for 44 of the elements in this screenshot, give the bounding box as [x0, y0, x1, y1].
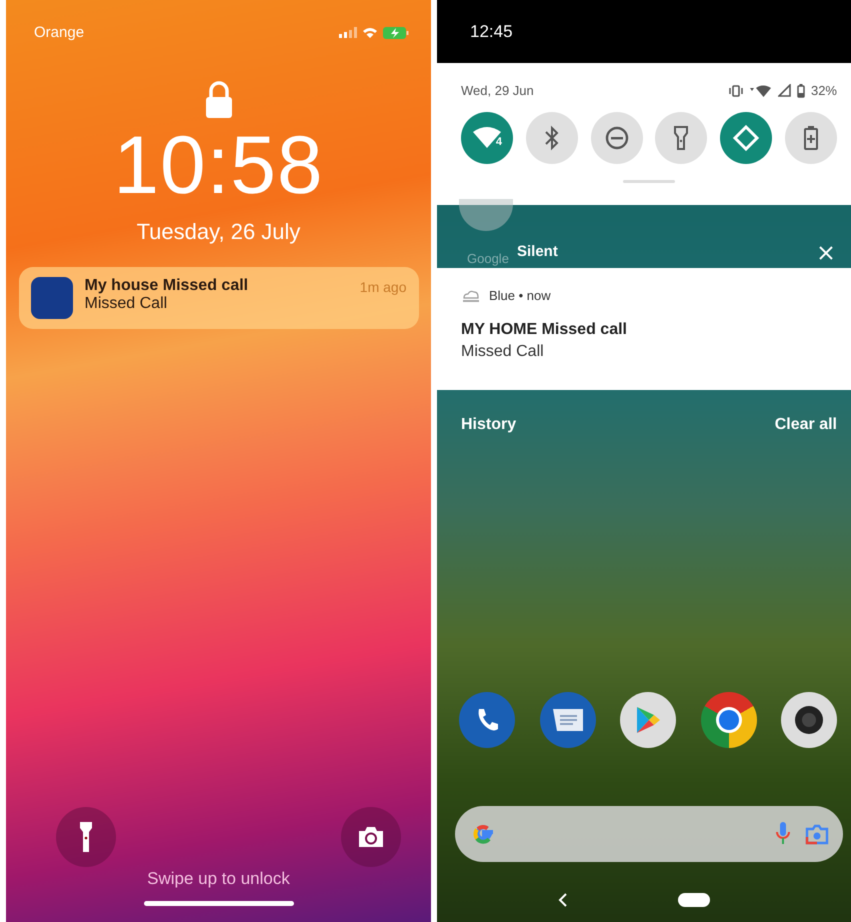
quick-setting-tile[interactable]: 4: [461, 112, 513, 164]
carrier-name: Orange: [34, 24, 84, 41]
panel-date: Wed, 29 Jun: [461, 83, 534, 98]
bluetooth-icon: [544, 125, 560, 151]
lock-time: 10:58: [113, 125, 324, 207]
notification-source: Blue • now: [489, 288, 551, 303]
notification-title: My house Missed call: [84, 277, 250, 295]
notification-time: 1m ago: [360, 279, 406, 295]
status-time: 12:45: [470, 22, 513, 42]
clear-all-button[interactable]: Clear all: [774, 416, 837, 434]
back-icon[interactable]: [558, 892, 568, 908]
wifi-icon: [362, 26, 378, 38]
notification-title: MY HOME Missed call: [461, 321, 628, 339]
vibrate-icon: [728, 84, 744, 96]
flashlight-icon: [673, 125, 690, 151]
close-icon[interactable]: [819, 246, 833, 260]
home-button[interactable]: [678, 893, 710, 907]
battery-percent: 32%: [810, 83, 837, 98]
signal-icon: [339, 27, 357, 38]
section-header: Silent: [517, 243, 558, 260]
cell-signal-icon: [778, 84, 791, 97]
notification-body: Missed Call: [84, 295, 168, 313]
cloud-logo-icon: [461, 288, 481, 302]
lock-date: Tuesday, 26 July: [136, 219, 300, 245]
minus-circle-icon: [604, 125, 630, 151]
wifi-icon: [472, 126, 502, 150]
app-folder-icon: [459, 199, 513, 231]
charging-battery-icon: [383, 26, 409, 38]
history-link[interactable]: History: [461, 416, 516, 434]
padlock-icon: [204, 81, 234, 119]
tile-number: 4: [496, 136, 502, 148]
unlock-hint: Swipe up to unlock: [147, 869, 290, 889]
notification-body: Missed Call: [461, 343, 545, 361]
app-icon: [30, 277, 72, 319]
flashlight-icon: [80, 822, 92, 852]
folder-label: Google: [467, 251, 509, 266]
wifi-signal-icon: [750, 84, 772, 96]
rotate-icon: [732, 124, 760, 152]
notification-card[interactable]: My house Missed call Missed Call 1m ago: [18, 267, 418, 329]
notification-card[interactable]: Blue • now MY HOME Missed call Missed Call: [437, 268, 851, 390]
battery-plus-icon: [802, 125, 819, 151]
battery-icon: [796, 84, 805, 98]
drag-handle[interactable]: [623, 180, 675, 183]
camera-icon: [357, 826, 385, 848]
